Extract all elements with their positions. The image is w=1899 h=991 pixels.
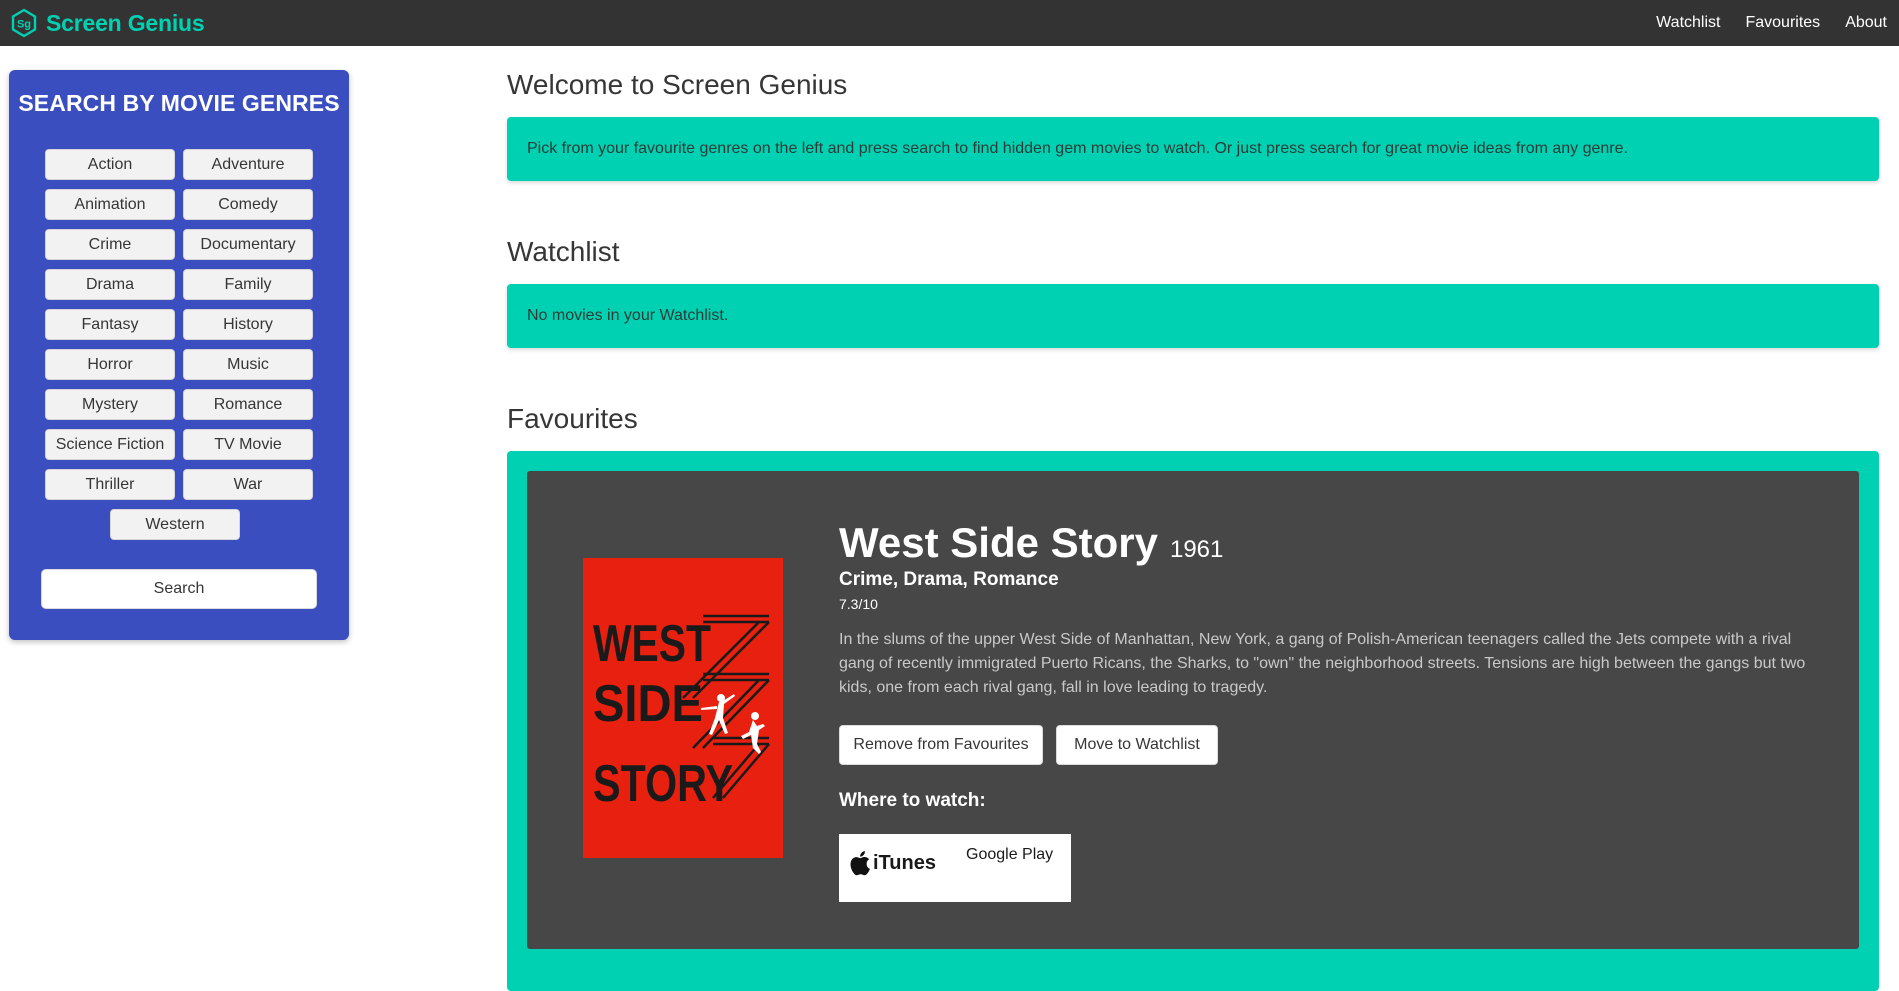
watchlist-title: Watchlist [507, 236, 620, 267]
movie-title-row: West Side Story 1961 [839, 519, 1223, 567]
genre-button-fantasy[interactable]: Fantasy [45, 309, 175, 340]
navbar: Sg Screen Genius Watchlist Favourites Ab… [0, 0, 1899, 46]
genre-button-adventure[interactable]: Adventure [183, 149, 313, 180]
favourites-title: Favourites [507, 403, 638, 434]
genre-button-horror[interactable]: Horror [45, 349, 175, 380]
poster-title-line-1: WEST [593, 615, 711, 673]
genre-button-documentary[interactable]: Documentary [183, 229, 313, 260]
poster-artwork: WEST SIDE STORY [583, 558, 783, 858]
streaming-providers: iTunes Google Play [839, 834, 1071, 902]
movie-poster: WEST SIDE STORY [583, 558, 783, 858]
welcome-notice: Pick from your favourite genres on the l… [507, 117, 1879, 181]
poster-title-line-2: SIDE [593, 675, 703, 733]
logo-text: Sg [17, 19, 31, 31]
genre-button-animation[interactable]: Animation [45, 189, 175, 220]
sidebar-title: SEARCH BY MOVIE GENRES [18, 90, 340, 116]
nav-link-watchlist[interactable]: Watchlist [1656, 14, 1720, 32]
provider-google-play[interactable]: Google Play [966, 846, 1053, 864]
genre-button-science-fiction[interactable]: Science Fiction [45, 429, 175, 460]
genre-button-war[interactable]: War [183, 469, 313, 500]
movie-genres: Crime, Drama, Romance [839, 569, 1059, 590]
provider-itunes[interactable]: iTunes [849, 850, 936, 876]
genre-button-western[interactable]: Western [110, 509, 240, 540]
genre-button-history[interactable]: History [183, 309, 313, 340]
genre-button-drama[interactable]: Drama [45, 269, 175, 300]
movie-rating: 7.3/10 [839, 596, 878, 612]
favourites-container: WEST SIDE STORY West Side Story 1961 Cri… [507, 451, 1879, 991]
genre-sidebar: SEARCH BY MOVIE GENRES Action Adventure … [9, 70, 349, 640]
search-button[interactable]: Search [41, 569, 317, 609]
welcome-title: Welcome to Screen Genius [507, 69, 848, 100]
movie-title: West Side Story [839, 519, 1158, 566]
genre-button-family[interactable]: Family [183, 269, 313, 300]
nav-link-favourites[interactable]: Favourites [1745, 14, 1820, 32]
nav-links: Watchlist Favourites About [1656, 0, 1899, 46]
genre-button-crime[interactable]: Crime [45, 229, 175, 260]
movie-card: WEST SIDE STORY West Side Story 1961 Cri… [527, 471, 1859, 949]
provider-itunes-label: iTunes [873, 851, 936, 874]
genre-button-comedy[interactable]: Comedy [183, 189, 313, 220]
welcome-message: Pick from your favourite genres on the l… [527, 140, 1628, 157]
genre-button-mystery[interactable]: Mystery [45, 389, 175, 420]
remove-from-favourites-button[interactable]: Remove from Favourites [839, 725, 1043, 765]
brand-logo-link[interactable]: Sg Screen Genius [8, 6, 205, 40]
apple-icon [850, 851, 870, 876]
genre-button-tv-movie[interactable]: TV Movie [183, 429, 313, 460]
genre-button-music[interactable]: Music [183, 349, 313, 380]
genre-button-romance[interactable]: Romance [183, 389, 313, 420]
poster-title-line-3: STORY [593, 755, 733, 813]
genre-button-action[interactable]: Action [45, 149, 175, 180]
provider-google-play-label: Google Play [966, 846, 1054, 863]
nav-link-about[interactable]: About [1845, 14, 1887, 32]
movie-overview: In the slums of the upper West Side of M… [839, 631, 1806, 696]
brand-name: Screen Genius [46, 9, 205, 36]
movie-year: 1961 [1169, 536, 1224, 563]
genre-button-thriller[interactable]: Thriller [45, 469, 175, 500]
watchlist-message: No movies in your Watchlist. [527, 307, 729, 324]
hexagon-logo-icon: Sg [11, 8, 37, 38]
where-to-watch-label: Where to watch: [839, 790, 986, 811]
watchlist-notice: No movies in your Watchlist. [507, 284, 1879, 348]
move-to-watchlist-button[interactable]: Move to Watchlist [1056, 725, 1218, 765]
